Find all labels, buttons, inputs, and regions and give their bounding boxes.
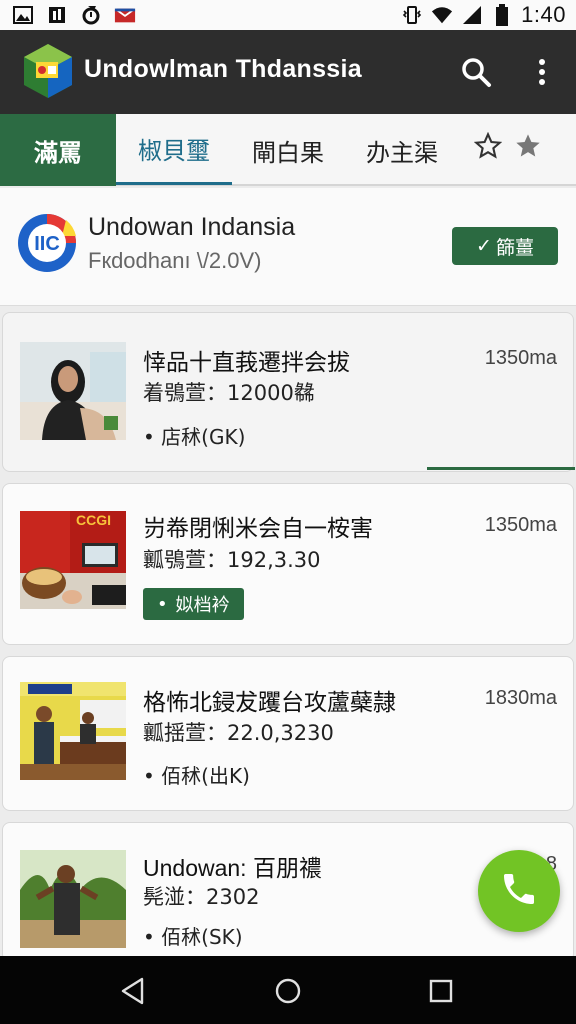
search-icon[interactable] [458,54,494,90]
item-duration: 1830ma [484,687,557,709]
bullet-icon: • [143,764,162,788]
bullet-icon: • [143,925,162,949]
item-meta: 着鴞萱：12000㣈 [143,381,315,405]
recents-icon[interactable] [426,976,456,1006]
system-nav-bar [0,956,576,1024]
profile-subtitle: Fкdodhanı \/2.0V) [88,248,262,273]
profile-logo: IIC [16,212,78,274]
item-title: 格怖北鋟犮躩台攻蘆蘗隷 [143,690,396,716]
status-bar: 1:40 [0,0,576,30]
tab-home[interactable]: 滿罵 [0,114,116,186]
tab-fourth[interactable]: 办主渠 [344,114,460,186]
thumbnail-image [20,342,126,440]
item-title: 悻品十直莪遷拌会拔 [143,350,350,376]
back-icon[interactable] [118,976,148,1006]
item-title: 岃帣閉悧米会自一桉害 [143,516,373,542]
item-badge-label: 姒档衿 [175,595,230,616]
app-bar: Undowlman Thdanssia [0,30,576,114]
mail-icon [114,4,136,26]
call-fab-button[interactable] [478,850,560,932]
app-title: Undowlman Thdanssia [84,55,362,83]
item-badge[interactable]: • 姒档衿 [143,588,244,620]
item-meta: 瓤揺萱：22.0,3230 [143,721,334,745]
item-duration: 1350ma [484,514,557,536]
check-icon: ✓ [476,235,492,257]
star-filled-icon[interactable] [514,132,542,164]
thumbnail-text: CCGI [76,512,111,528]
follow-button-label: 篩薑 [495,236,534,259]
thumbnail-image [20,850,126,948]
star-outline-icon[interactable] [473,131,503,164]
item-location-label: 佰秫(SK) [161,925,243,949]
progress-bar [427,467,575,470]
sim-icon [46,4,68,26]
tab-third[interactable]: 閘白果 [232,114,344,186]
item-location-label: 佰秫(出K) [161,764,250,788]
sync-icon [80,4,102,26]
bullet-icon: • [157,593,168,615]
bullet-icon: • [143,425,162,449]
clock: 1:40 [521,2,566,27]
signal-icon [461,4,483,26]
wifi-icon [431,4,453,26]
home-icon[interactable] [273,976,303,1006]
profile-name: Undowan Indansia [88,213,296,241]
battery-icon [491,4,513,26]
tab-selected[interactable]: 椒貝璽 [116,114,232,185]
item-location: • 店秫(GK) [143,421,245,450]
item-duration: 1350ma [484,347,557,369]
more-vert-icon[interactable] [528,54,556,90]
app-logo-icon [22,42,74,100]
follow-button[interactable]: ✓ 篩薑 [452,227,558,265]
list-item[interactable]: 格怖北鋟犮躩台攻蘆蘗隷 瓤揺萱：22.0,3230 • 佰秫(出K) 1830m… [2,656,574,811]
item-title: Undowan: 百朋禯 [143,855,322,881]
item-location-label: 店秫(GK) [161,425,246,449]
item-meta: 瓤鴞萱：192,3.30 [143,548,321,572]
profile-logo-text: IIC [34,233,60,255]
list-item[interactable]: CCGI 岃帣閉悧米会自一桉害 瓤鴞萱：192,3.30 • 姒档衿 1350ma [2,483,574,645]
vibrate-icon [401,4,423,26]
thumbnail-image: CCGI [20,511,126,609]
list-item[interactable]: 悻品十直莪遷拌会拔 着鴞萱：12000㣈 • 店秫(GK) 1350ma [2,312,575,472]
item-meta: 髡湴：2302 [143,885,260,909]
phone-icon [499,869,539,913]
item-location: • 佰秫(出K) [143,760,250,789]
tab-bar: 滿罵 椒貝璽 閘白果 办主渠 [0,114,576,186]
item-location: • 佰秫(SK) [143,921,243,950]
profile-card: IIC Undowan Indansia Fкdodhanı \/2.0V) ✓… [0,188,576,306]
thumbnail-image [20,682,126,780]
image-icon [12,4,34,26]
